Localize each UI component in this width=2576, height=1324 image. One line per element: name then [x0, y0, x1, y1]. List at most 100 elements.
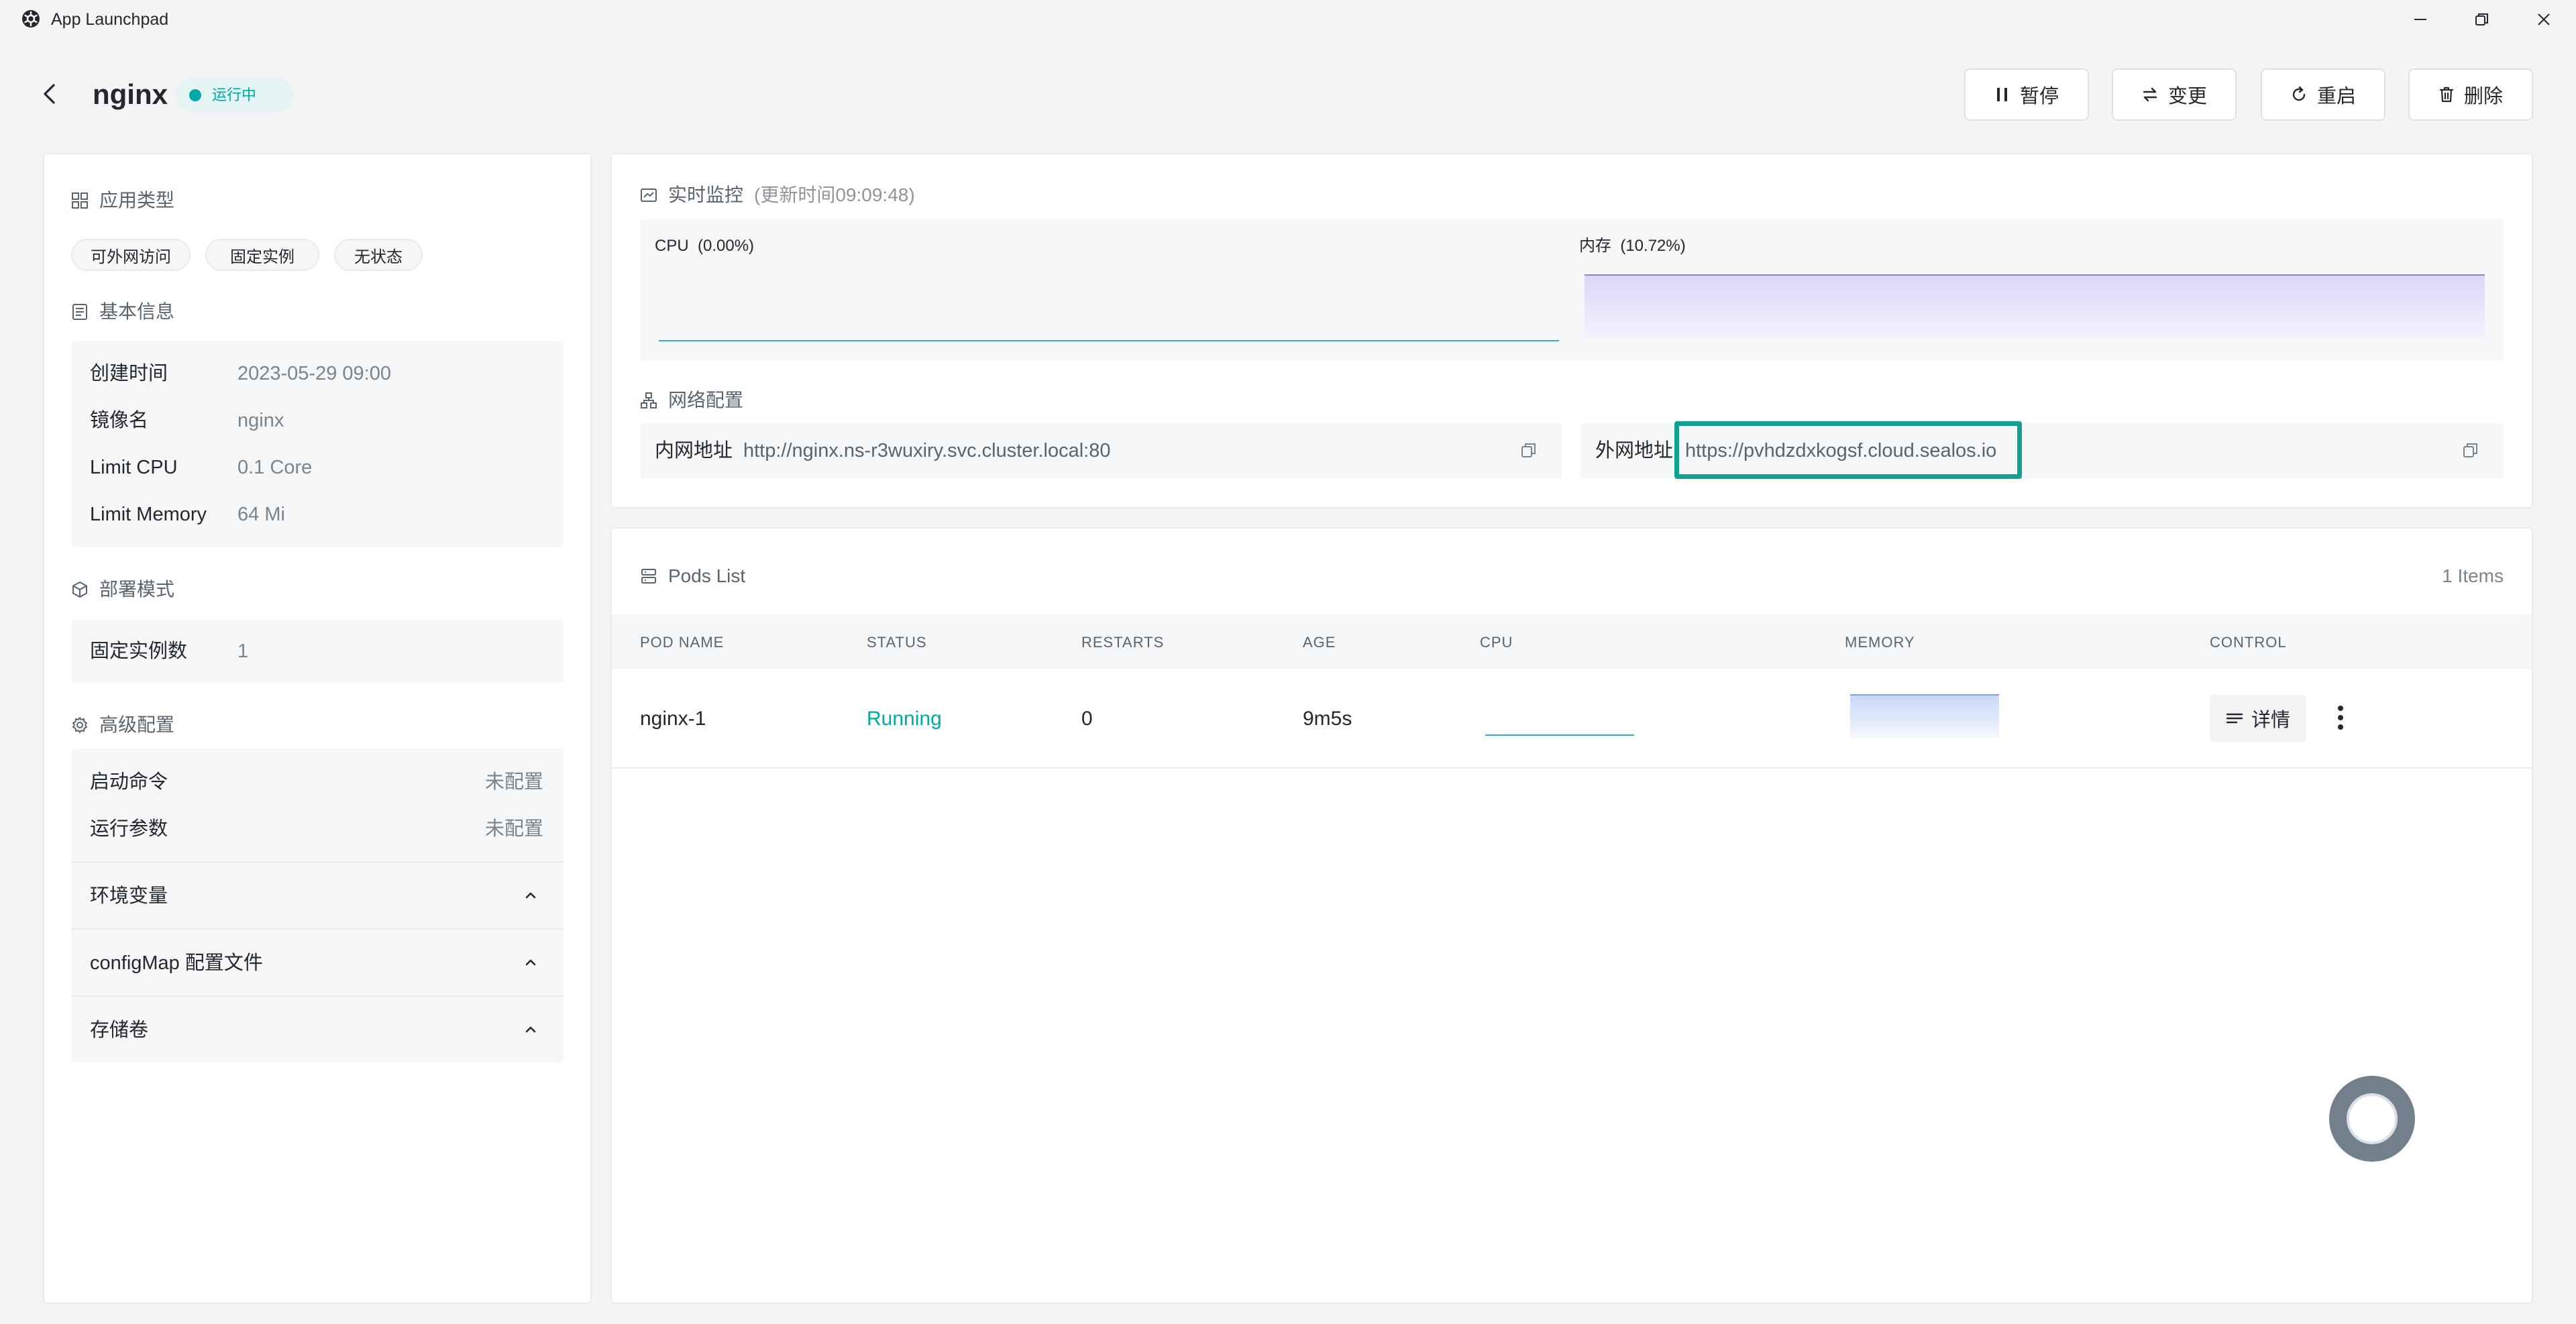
column-header-pod-name: POD NAME: [640, 634, 724, 651]
divider: [612, 767, 2532, 769]
env-vars-collapsible[interactable]: 环境变量: [71, 863, 564, 928]
deploy-mode-heading: 部署模式: [71, 578, 174, 601]
column-header-memory: MEMORY: [1845, 634, 1915, 651]
memory-value: (10.72%): [1620, 237, 1686, 255]
minimize-button[interactable]: [2400, 5, 2440, 34]
created-time-value: 2023-05-29 09:00: [237, 363, 391, 384]
configmap-collapsible[interactable]: configMap 配置文件: [71, 930, 564, 995]
advanced-config-heading: 高级配置: [71, 714, 174, 736]
change-button[interactable]: 变更: [2112, 68, 2237, 121]
monitor-updated-time: (更新时间09:09:48): [754, 184, 915, 205]
more-vertical-icon[interactable]: [2330, 704, 2351, 731]
delete-button[interactable]: 删除: [2408, 68, 2533, 121]
chevron-up-icon: [525, 892, 536, 899]
grid-icon: [72, 192, 88, 209]
memory-usage-chart: [1585, 274, 2485, 337]
memory-monitor-label: 内存 (10.72%): [1579, 236, 1686, 256]
copy-icon[interactable]: [1520, 441, 1538, 459]
pod-restarts: 0: [1081, 708, 1093, 730]
run-args-value: 未配置: [484, 818, 543, 840]
pods-count: 1 Items: [2442, 565, 2504, 586]
limit-cpu-value: 0.1 Core: [237, 457, 313, 478]
pod-detail-button[interactable]: 详情: [2210, 695, 2306, 742]
close-icon: [2538, 13, 2550, 25]
list-icon: [641, 569, 656, 584]
monitor-chart-icon: [641, 188, 657, 202]
start-command-value: 未配置: [484, 771, 543, 793]
limit-memory-value: 64 Mi: [237, 504, 285, 525]
deploy-mode-title: 部署模式: [99, 579, 175, 600]
env-vars-label: 环境变量: [90, 885, 168, 907]
app-launchpad-icon: [22, 10, 40, 27]
basic-info-title: 基本信息: [99, 301, 175, 322]
internal-address-value[interactable]: http://nginx.ns-r3wuxiry.svc.cluster.loc…: [743, 439, 1110, 463]
delete-button-label: 删除: [2463, 86, 2503, 107]
cube-icon: [72, 582, 87, 598]
cpu-monitor-label: CPU (0.00%): [655, 236, 754, 256]
floating-assistant-button[interactable]: [2329, 1076, 2415, 1162]
document-icon: [72, 304, 87, 320]
title-bar: [0, 0, 2576, 39]
configmap-label: configMap 配置文件: [90, 952, 263, 974]
image-name-label: 镜像名: [90, 410, 149, 431]
image-name-value: nginx: [237, 410, 284, 431]
column-header-age: AGE: [1303, 634, 1336, 651]
status-dot-icon: [189, 89, 201, 101]
status-badge-label: 运行中: [212, 87, 257, 103]
pod-status: Running: [867, 708, 942, 730]
swap-icon: [2143, 87, 2157, 102]
minimize-icon: [2414, 19, 2426, 20]
fixed-instances-label: 固定实例数: [90, 641, 188, 662]
restore-icon: [2475, 13, 2488, 25]
network-icon: [641, 392, 657, 408]
app-type-title: 应用类型: [99, 190, 175, 211]
external-address-value[interactable]: https://pvhdzdxkogsf.cloud.sealos.io: [1685, 439, 1996, 463]
limit-memory-label: Limit Memory: [90, 504, 207, 525]
memory-label: 内存: [1579, 237, 1611, 255]
app-name: nginx: [93, 78, 168, 110]
network-title: 网络配置: [668, 390, 744, 410]
copy-icon[interactable]: [2462, 441, 2479, 459]
external-address-label: 外网地址: [1595, 440, 1674, 461]
chevron-up-icon: [525, 1026, 536, 1033]
internal-address-label: 内网地址: [655, 440, 733, 461]
pause-button[interactable]: 暂停: [1964, 68, 2089, 121]
tag-fixed-instance: 固定实例: [205, 239, 319, 271]
pods-list-heading: Pods List: [640, 565, 745, 588]
tag-public-access: 可外网访问: [71, 239, 191, 271]
network-heading: 网络配置: [640, 389, 743, 412]
chevron-up-icon: [525, 959, 536, 966]
close-button[interactable]: [2524, 5, 2564, 34]
restart-icon: [2292, 86, 2306, 101]
assistant-circle-icon: [2347, 1093, 2398, 1144]
pod-memory-sparkline: [1850, 694, 1999, 738]
change-button-label: 变更: [2167, 86, 2207, 107]
lines-icon: [2226, 713, 2243, 724]
storage-volume-collapsible[interactable]: 存储卷: [71, 997, 564, 1062]
pods-list-title: Pods List: [668, 565, 746, 586]
cpu-value: (0.00%): [698, 237, 755, 255]
pod-cpu-sparkline: [1485, 734, 1634, 736]
back-arrow-icon[interactable]: [38, 82, 62, 106]
pause-button-label: 暂停: [2019, 86, 2059, 107]
monitor-heading: 实时监控 (更新时间09:09:48): [640, 184, 915, 207]
tag-stateless: 无状态: [334, 239, 423, 271]
restore-button[interactable]: [2462, 5, 2502, 34]
pause-icon: [1996, 88, 2007, 101]
pod-age: 9m5s: [1303, 708, 1352, 730]
window-title: App Launchpad: [51, 10, 169, 29]
memory-usage-area: [1585, 275, 2485, 337]
run-args-label: 运行参数: [90, 818, 168, 840]
restart-button-label: 重启: [2316, 86, 2356, 107]
pod-detail-label: 详情: [2251, 710, 2290, 731]
pod-memory-area: [1850, 695, 1999, 738]
app-type-heading: 应用类型: [71, 189, 174, 212]
gear-icon: [72, 717, 87, 733]
column-header-restarts: RESTARTS: [1081, 634, 1165, 651]
restart-button[interactable]: 重启: [2261, 68, 2385, 121]
column-header-cpu: CPU: [1480, 634, 1513, 651]
cpu-usage-chart: [659, 340, 1559, 341]
advanced-config-title: 高级配置: [99, 714, 175, 735]
trash-icon: [2439, 87, 2454, 103]
created-time-label: 创建时间: [90, 363, 168, 384]
